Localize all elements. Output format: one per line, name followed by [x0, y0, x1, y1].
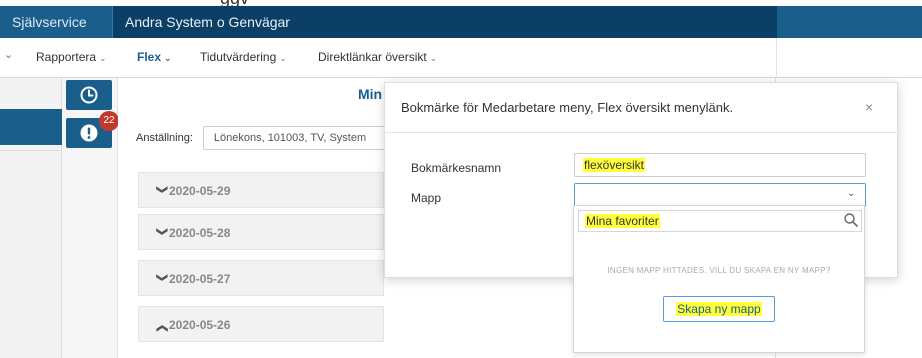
date-row[interactable]: ❯2020-05-29 — [138, 172, 384, 208]
chevron-up-icon: ❯ — [156, 323, 168, 333]
clock-icon — [80, 86, 98, 104]
date-row[interactable]: ❯2020-05-28 — [138, 214, 384, 250]
subnav-divider — [776, 38, 777, 78]
nav-tidutvardering[interactable]: Tidutvärdering ⌄ — [200, 50, 287, 64]
chevron-down-icon: ⌄ — [847, 188, 856, 199]
topbar-item-sjalvservice[interactable]: Självservice — [8, 6, 91, 38]
clock-button[interactable] — [66, 80, 112, 110]
chevron-down-icon: ❯ — [156, 227, 168, 237]
create-folder-button[interactable]: Skapa ny mapp — [663, 296, 775, 322]
close-icon[interactable]: × — [865, 99, 873, 115]
left-panel-divider — [0, 150, 62, 151]
bookmark-name-label: Bokmärkesnamn — [411, 161, 502, 175]
nav-tidutvardering-label: Tidutvärdering — [200, 50, 277, 64]
nav-direktlankar-label: Direktlänkar översikt — [318, 50, 427, 64]
modal-header: Bokmärke för Medarbetare meny, Flex över… — [385, 83, 899, 133]
chevron-down-icon: ❯ — [156, 185, 168, 195]
folder-search-input[interactable]: Mina favoriter — [578, 210, 862, 232]
sub-navigation: ⌄ Rapportera ⌄ Flex ⌄ Tidutvärdering ⌄ Dire… — [0, 38, 922, 78]
top-navigation-bar: Självservice Andra System o Genvägar — [0, 6, 922, 38]
employment-select[interactable]: Lönekons, 101003, TV, System — [202, 126, 403, 150]
nav-flex[interactable]: Flex ⌄ — [137, 50, 172, 64]
create-folder-label: Skapa ny mapp — [676, 302, 762, 316]
left-panel — [0, 78, 62, 358]
icon-column: 22 — [62, 78, 119, 358]
subnav-lead-caret: ⌄ — [4, 49, 14, 61]
employment-label: Anställning: — [136, 132, 193, 144]
modal-title: Bokmärke för Medarbetare meny, Flex över… — [401, 100, 734, 115]
folder-search-value: Mina favoriter — [585, 214, 660, 228]
folder-dropdown: Mina favoriter INGEN MAPP HITTADES. VILL… — [573, 205, 865, 353]
alert-icon — [80, 124, 98, 142]
notification-badge: 22 — [99, 111, 119, 131]
bookmark-name-input[interactable]: flexöversikt — [574, 153, 866, 177]
employment-row: Anställning: Lönekons, 101003, TV, Syste… — [136, 126, 403, 150]
date-row[interactable]: ❯2020-05-27 — [138, 260, 384, 296]
chevron-down-icon: ⌄ — [164, 53, 172, 63]
search-icon — [844, 213, 858, 227]
chevron-down-icon: ❯ — [156, 273, 168, 283]
nav-rapportera[interactable]: Rapportera ⌄ — [36, 50, 107, 64]
date-row[interactable]: ❯2020-05-26 — [138, 306, 384, 342]
nav-direktlankar[interactable]: Direktlänkar översikt ⌄ — [318, 50, 437, 64]
chevron-down-icon: ⌄ — [429, 53, 438, 63]
folder-label: Mapp — [411, 191, 442, 205]
left-panel-selected-item[interactable] — [0, 109, 62, 145]
nav-rapportera-label: Rapportera — [36, 50, 97, 64]
alerts-button[interactable]: 22 — [66, 111, 119, 148]
bookmark-name-value: flexöversikt — [583, 158, 646, 172]
no-folder-message: INGEN MAPP HITTADES. VILL DU SKAPA EN NY… — [607, 266, 831, 275]
chevron-down-icon: ⌄ — [99, 53, 107, 63]
chevron-down-icon: ⌄ — [279, 53, 287, 63]
topbar-item-andra-system[interactable]: Andra System o Genvägar — [113, 6, 777, 38]
folder-select[interactable]: ⌄ — [574, 183, 866, 207]
nav-flex-label: Flex — [137, 50, 162, 64]
page-title: Min — [358, 86, 383, 102]
